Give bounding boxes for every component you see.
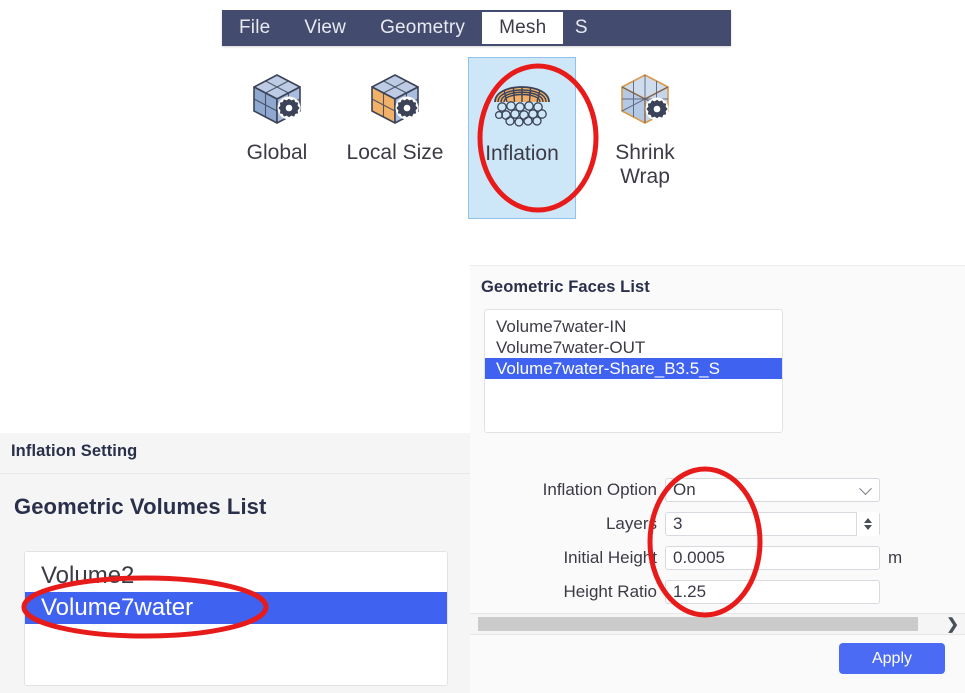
menu-bar: File View Geometry Mesh S bbox=[222, 10, 731, 46]
inflation-option-value: On bbox=[673, 480, 696, 499]
inflation-layers-icon bbox=[489, 68, 555, 134]
form-row-height-ratio: Height Ratio 1.25 bbox=[470, 579, 965, 605]
menu-item-solver[interactable]: S bbox=[563, 10, 587, 46]
layers-input[interactable]: 3 bbox=[665, 512, 880, 536]
inflation-option-select[interactable]: On bbox=[665, 478, 880, 502]
form-row-initial-height: Initial Height 0.0005 m bbox=[470, 545, 965, 571]
initial-height-label: Initial Height bbox=[563, 548, 657, 567]
form-row-inflation-option: Inflation Option On bbox=[470, 477, 965, 503]
tool-button-global[interactable]: Global bbox=[222, 57, 332, 219]
cube-gear-blue-icon bbox=[244, 67, 310, 133]
list-item[interactable]: Volume7water-Share_B3.5_S bbox=[485, 358, 782, 379]
tool-label-shrink-wrap: Shrink Wrap bbox=[615, 141, 675, 189]
menu-item-geometry[interactable]: Geometry bbox=[363, 10, 482, 46]
layers-stepper[interactable] bbox=[856, 512, 879, 536]
initial-height-unit: m bbox=[888, 548, 903, 567]
menu-item-mesh[interactable]: Mesh bbox=[482, 12, 564, 44]
list-item[interactable]: Volume7water-OUT bbox=[485, 337, 782, 358]
tool-button-local-size[interactable]: Local Size bbox=[340, 57, 450, 219]
scroll-right-arrow-icon[interactable]: ❯ bbox=[946, 614, 959, 634]
chevron-down-icon bbox=[859, 482, 872, 496]
mesh-toolbar: Global Local Size Inflation Shrink Wrap bbox=[222, 57, 782, 222]
list-item[interactable]: Volume7water-IN bbox=[485, 316, 782, 337]
initial-height-value: 0.0005 bbox=[673, 548, 725, 567]
tool-label-local-size: Local Size bbox=[346, 141, 444, 164]
scrollbar-thumb[interactable] bbox=[478, 617, 918, 631]
geometric-faces-listbox[interactable]: Volume7water-IN Volume7water-OUT Volume7… bbox=[484, 309, 783, 433]
horizontal-scrollbar[interactable]: ❯ bbox=[470, 613, 965, 635]
wireframe-cube-gear-icon bbox=[612, 67, 678, 133]
list-item[interactable]: Volume2 bbox=[25, 560, 447, 592]
tool-label-inflation: Inflation bbox=[485, 142, 559, 165]
apply-button[interactable]: Apply bbox=[839, 643, 945, 674]
height-ratio-input[interactable]: 1.25 bbox=[665, 580, 880, 604]
initial-height-input[interactable]: 0.0005 bbox=[665, 546, 880, 570]
stepper-up-icon[interactable] bbox=[864, 518, 872, 523]
stepper-down-icon[interactable] bbox=[864, 525, 872, 530]
inflation-setting-header: Inflation Setting bbox=[0, 433, 470, 474]
inflation-option-label: Inflation Option bbox=[542, 480, 657, 499]
height-ratio-label: Height Ratio bbox=[563, 582, 657, 601]
menu-item-file[interactable]: File bbox=[222, 10, 287, 46]
tool-button-inflation[interactable]: Inflation bbox=[468, 57, 576, 219]
geometric-faces-list-title: Geometric Faces List bbox=[481, 278, 650, 296]
geometric-volumes-list-title: Geometric Volumes List bbox=[14, 494, 267, 519]
geometric-volumes-listbox[interactable]: Volume2 Volume7water bbox=[24, 551, 448, 686]
height-ratio-value: 1.25 bbox=[673, 582, 707, 601]
inflation-setting-title: Inflation Setting bbox=[11, 442, 138, 460]
menu-item-view[interactable]: View bbox=[287, 10, 363, 46]
tool-label-global: Global bbox=[246, 141, 308, 164]
layers-label: Layers bbox=[605, 514, 657, 533]
inflation-setting-panel: Inflation Setting Geometric Volumes List… bbox=[0, 433, 470, 693]
list-item[interactable]: Volume7water bbox=[25, 592, 447, 624]
tool-button-shrink-wrap[interactable]: Shrink Wrap bbox=[590, 57, 700, 219]
geometric-faces-panel: Geometric Faces List Volume7water-IN Vol… bbox=[470, 265, 965, 462]
form-row-layers: Layers 3 bbox=[470, 511, 965, 537]
layers-value: 3 bbox=[673, 514, 683, 533]
cube-gear-orange-icon bbox=[362, 67, 428, 133]
